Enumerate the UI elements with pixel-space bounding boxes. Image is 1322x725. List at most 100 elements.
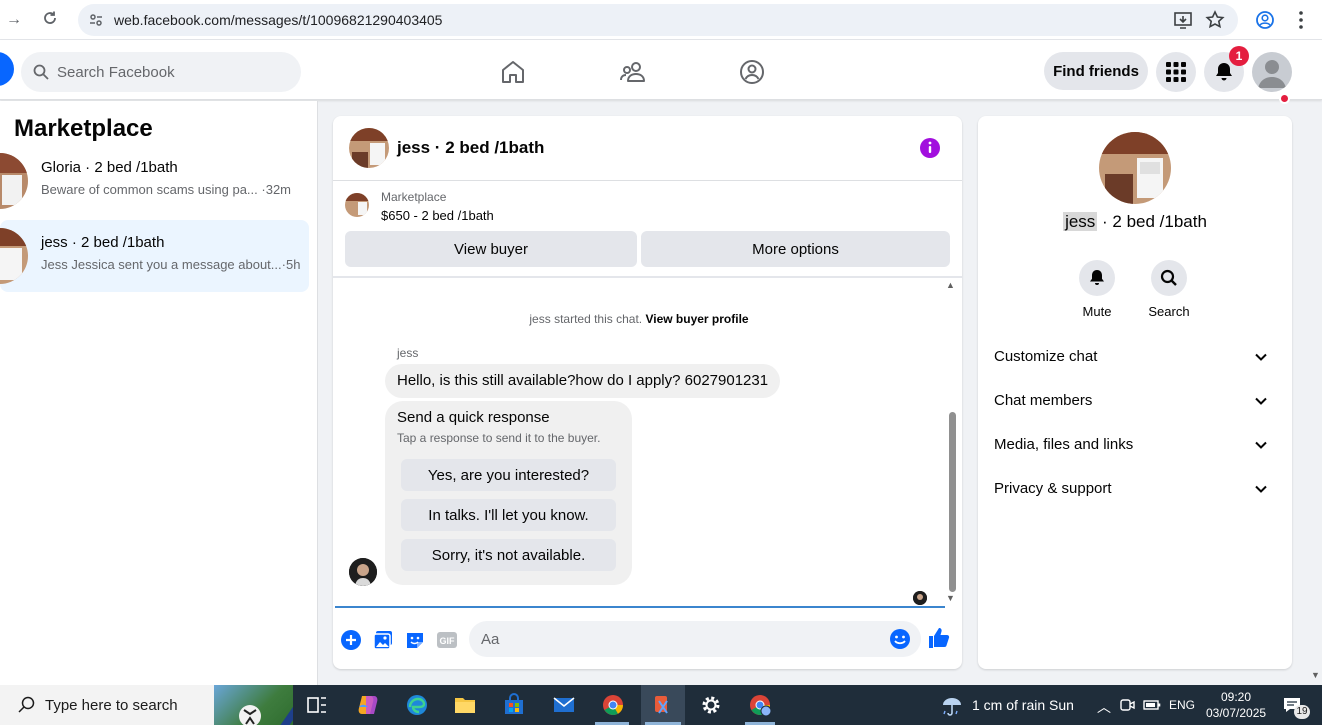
chat-scrollbar-thumb[interactable] bbox=[949, 412, 956, 592]
bell-icon bbox=[1216, 63, 1232, 81]
grid-menu-icon bbox=[1166, 62, 1186, 82]
chat-start-notice: jess started this chat. View buyer profi… bbox=[529, 312, 749, 326]
media-files-links-section[interactable]: Media, files and links bbox=[994, 429, 1284, 461]
sender-name: jess bbox=[397, 346, 419, 360]
conversation-preview: Beware of common scams using pa... ·32m bbox=[41, 182, 292, 197]
clock[interactable]: 09:20 03/07/2025 bbox=[1206, 689, 1266, 721]
photo-icon[interactable] bbox=[372, 629, 394, 651]
menu-icon[interactable] bbox=[1289, 8, 1313, 32]
groups-icon[interactable] bbox=[738, 58, 766, 86]
url-text: web.facebook.com/messages/t/100968212904… bbox=[114, 12, 443, 28]
install-icon[interactable] bbox=[1171, 8, 1195, 32]
quick-response-title: Send a quick response bbox=[397, 409, 550, 426]
chevron-up-icon[interactable]: ︿ bbox=[1097, 697, 1111, 717]
scroll-up-arrow-icon[interactable]: ▲ bbox=[946, 280, 955, 290]
conversation-preview: Jess Jessica sent you a message about...… bbox=[41, 257, 301, 272]
conversation-name: Gloria · 2 bed /1bath bbox=[41, 159, 178, 176]
menu-button[interactable] bbox=[1156, 52, 1196, 92]
windows-taskbar: Type here to search 1 cm of rain Sun ︿ E… bbox=[0, 685, 1322, 725]
quick-response-in-talks[interactable]: In talks. I'll let you know. bbox=[401, 499, 616, 531]
search-in-chat-button[interactable]: Search bbox=[1139, 260, 1199, 319]
profile-icon[interactable] bbox=[1253, 8, 1277, 32]
sticker-icon[interactable] bbox=[404, 629, 426, 651]
meet-now-icon[interactable] bbox=[1119, 696, 1135, 714]
site-info-icon[interactable] bbox=[88, 12, 104, 28]
notification-count-badge: 19 bbox=[1294, 705, 1310, 719]
info-icon[interactable] bbox=[919, 137, 941, 159]
message-bubble[interactable]: Hello, is this still available?how do I … bbox=[385, 364, 781, 398]
emoji-icon[interactable] bbox=[889, 628, 911, 650]
listing-thumbnail bbox=[345, 193, 369, 217]
plus-icon[interactable] bbox=[340, 629, 362, 651]
page-scroll-down-arrow-icon[interactable]: ▼ bbox=[1311, 670, 1320, 680]
chat-title[interactable]: jess · 2 bed /1bath bbox=[397, 138, 544, 158]
listing-source: Marketplace bbox=[381, 190, 447, 204]
gif-icon[interactable]: GIF bbox=[436, 629, 458, 651]
address-bar[interactable]: web.facebook.com/messages/t/100968212904… bbox=[78, 4, 1238, 36]
mute-label: Mute bbox=[1082, 304, 1112, 319]
bell-icon bbox=[1090, 270, 1104, 285]
scroll-down-arrow-icon[interactable]: ▼ bbox=[946, 593, 955, 603]
chat-panel: jess · 2 bed /1bath Marketplace $650 - 2… bbox=[333, 116, 962, 669]
snipping-tool-icon[interactable] bbox=[651, 693, 675, 717]
file-explorer-icon[interactable] bbox=[453, 693, 477, 717]
facebook-logo[interactable] bbox=[0, 52, 14, 86]
chevron-down-icon bbox=[1255, 441, 1267, 449]
quick-response-interested[interactable]: Yes, are you interested? bbox=[401, 459, 616, 491]
notification-badge: 1 bbox=[1229, 46, 1249, 66]
forward-arrow-icon[interactable]: → bbox=[4, 10, 24, 30]
edge-icon[interactable] bbox=[405, 693, 429, 717]
listing-thumbnail bbox=[0, 228, 28, 284]
store-icon[interactable] bbox=[502, 693, 526, 717]
quick-response-not-available[interactable]: Sorry, it's not available. bbox=[401, 539, 616, 571]
quick-response-card: Send a quick response Tap a response to … bbox=[385, 401, 632, 585]
details-name: jess · 2 bed /1bath bbox=[1063, 212, 1207, 231]
facebook-search[interactable] bbox=[21, 52, 301, 92]
more-options-button[interactable]: More options bbox=[641, 231, 950, 267]
chevron-down-icon bbox=[1255, 485, 1267, 493]
header-divider bbox=[333, 180, 962, 181]
weather-text[interactable]: 1 cm of rain Sun bbox=[972, 697, 1074, 713]
sidebar-title: Marketplace bbox=[14, 115, 153, 142]
customize-chat-section[interactable]: Customize chat bbox=[994, 341, 1284, 373]
message-input[interactable] bbox=[481, 621, 881, 657]
find-friends-button[interactable]: Find friends bbox=[1044, 52, 1148, 90]
message-composer[interactable] bbox=[469, 621, 921, 657]
battery-icon[interactable] bbox=[1143, 698, 1161, 712]
details-avatar[interactable] bbox=[1099, 132, 1171, 204]
home-icon[interactable] bbox=[499, 58, 527, 86]
conversation-item-gloria[interactable]: Gloria · 2 bed /1bath Beware of common s… bbox=[0, 145, 309, 217]
privacy-support-section[interactable]: Privacy & support bbox=[994, 473, 1284, 505]
weather-rain-icon[interactable] bbox=[940, 693, 964, 717]
language-indicator[interactable]: ENG bbox=[1169, 698, 1195, 712]
taskbar-search[interactable]: Type here to search bbox=[0, 685, 293, 725]
mute-button[interactable]: Mute bbox=[1067, 260, 1127, 319]
mail-icon[interactable] bbox=[552, 693, 576, 717]
sender-avatar[interactable] bbox=[349, 558, 377, 586]
view-buyer-button[interactable]: View buyer bbox=[345, 231, 637, 267]
section-label: Chat members bbox=[994, 392, 1093, 409]
browser-toolbar: → web.facebook.com/messages/t/1009682129… bbox=[0, 0, 1322, 40]
task-view-icon[interactable] bbox=[305, 693, 329, 717]
thumbs-up-icon[interactable] bbox=[928, 627, 950, 649]
chrome-icon[interactable] bbox=[601, 693, 625, 717]
star-icon[interactable] bbox=[1203, 8, 1227, 32]
chat-avatar[interactable] bbox=[349, 128, 389, 168]
settings-icon[interactable] bbox=[699, 693, 723, 717]
chevron-down-icon bbox=[1255, 353, 1267, 361]
conversation-item-jess[interactable]: jess · 2 bed /1bath Jess Jessica sent yo… bbox=[0, 220, 309, 292]
view-buyer-profile-link[interactable]: View buyer profile bbox=[645, 312, 748, 326]
chat-details-panel: jess · 2 bed /1bath Mute Search Customiz… bbox=[978, 116, 1292, 669]
copilot-icon[interactable] bbox=[356, 693, 380, 717]
search-label: Search bbox=[1148, 304, 1190, 319]
friends-icon[interactable] bbox=[619, 58, 647, 86]
chevron-down-icon bbox=[1255, 397, 1267, 405]
account-avatar[interactable] bbox=[1252, 52, 1292, 92]
conversation-name: jess · 2 bed /1bath bbox=[41, 234, 165, 251]
section-label: Customize chat bbox=[994, 348, 1098, 365]
search-input[interactable] bbox=[57, 52, 292, 92]
search-highlight-image bbox=[214, 685, 293, 725]
reload-icon[interactable] bbox=[40, 10, 60, 30]
chat-members-section[interactable]: Chat members bbox=[994, 385, 1284, 417]
chrome-profile-icon[interactable] bbox=[748, 693, 772, 717]
